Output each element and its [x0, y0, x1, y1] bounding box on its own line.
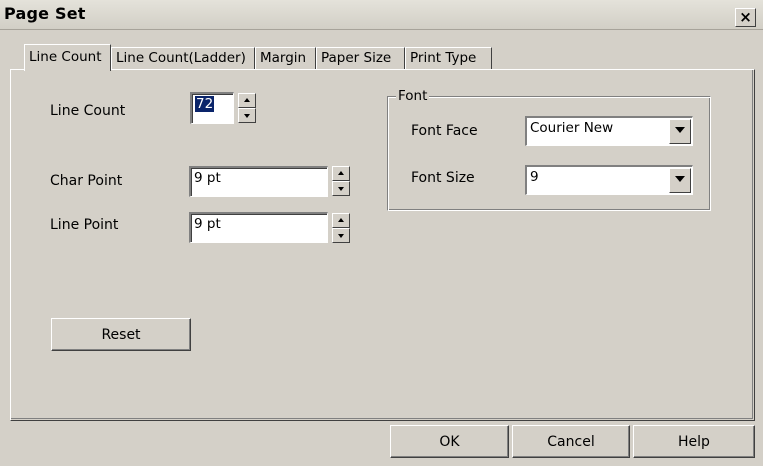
font-face-value: Courier New: [530, 120, 614, 136]
line-count-spin-down[interactable]: [238, 108, 256, 123]
line-count-label: Line Count: [50, 103, 126, 119]
line-point-input[interactable]: 9 pt: [189, 212, 328, 243]
ok-button[interactable]: OK: [390, 425, 509, 458]
tab-margin[interactable]: Margin: [255, 47, 316, 69]
font-face-dropdown-button[interactable]: [669, 119, 691, 144]
spinner-down-arrow-icon: [244, 114, 250, 118]
close-button[interactable]: ×: [735, 8, 756, 27]
spinner-up-arrow-icon: [338, 171, 344, 175]
font-face-label: Font Face: [411, 123, 478, 139]
font-group-legend: Font: [396, 88, 430, 104]
tab-print-type[interactable]: Print Type: [405, 47, 492, 69]
window-title: Page Set: [4, 4, 86, 23]
tab-paper-size[interactable]: Paper Size: [316, 47, 405, 69]
title-bar[interactable]: Page Set ×: [0, 0, 763, 30]
line-point-spin-down[interactable]: [332, 228, 350, 243]
spinner-down-arrow-icon: [338, 234, 344, 238]
spinner-up-arrow-icon: [244, 98, 250, 102]
close-icon: ×: [739, 8, 752, 26]
help-button[interactable]: Help: [633, 425, 755, 458]
dropdown-arrow-icon: [675, 176, 685, 182]
dropdown-arrow-icon: [675, 127, 685, 133]
tab-line-count-ladder[interactable]: Line Count(Ladder): [111, 47, 255, 69]
font-size-label: Font Size: [411, 170, 475, 186]
line-point-spin-up[interactable]: [332, 213, 350, 228]
line-point-label: Line Point: [50, 217, 119, 233]
spinner-up-arrow-icon: [338, 218, 344, 222]
line-count-input[interactable]: 72: [190, 92, 234, 124]
cancel-button[interactable]: Cancel: [512, 425, 630, 458]
font-size-value: 9: [530, 169, 539, 185]
title-bar-background: [0, 0, 763, 30]
font-size-dropdown-button[interactable]: [669, 168, 691, 193]
char-point-spin-up[interactable]: [332, 166, 350, 181]
char-point-label: Char Point: [50, 173, 123, 189]
line-count-spin-up[interactable]: [238, 93, 256, 108]
char-point-input[interactable]: 9 pt: [189, 166, 328, 197]
reset-button[interactable]: Reset: [51, 318, 191, 351]
spinner-down-arrow-icon: [338, 187, 344, 191]
line-count-value: 72: [195, 96, 215, 112]
font-face-select[interactable]: Courier New: [525, 116, 693, 146]
char-point-spinner[interactable]: [332, 166, 350, 196]
line-point-spinner[interactable]: [332, 213, 350, 243]
tab-line-count[interactable]: Line Count: [24, 44, 111, 71]
line-count-spinner[interactable]: [238, 93, 256, 123]
font-size-select[interactable]: 9: [525, 165, 693, 195]
char-point-spin-down[interactable]: [332, 181, 350, 196]
